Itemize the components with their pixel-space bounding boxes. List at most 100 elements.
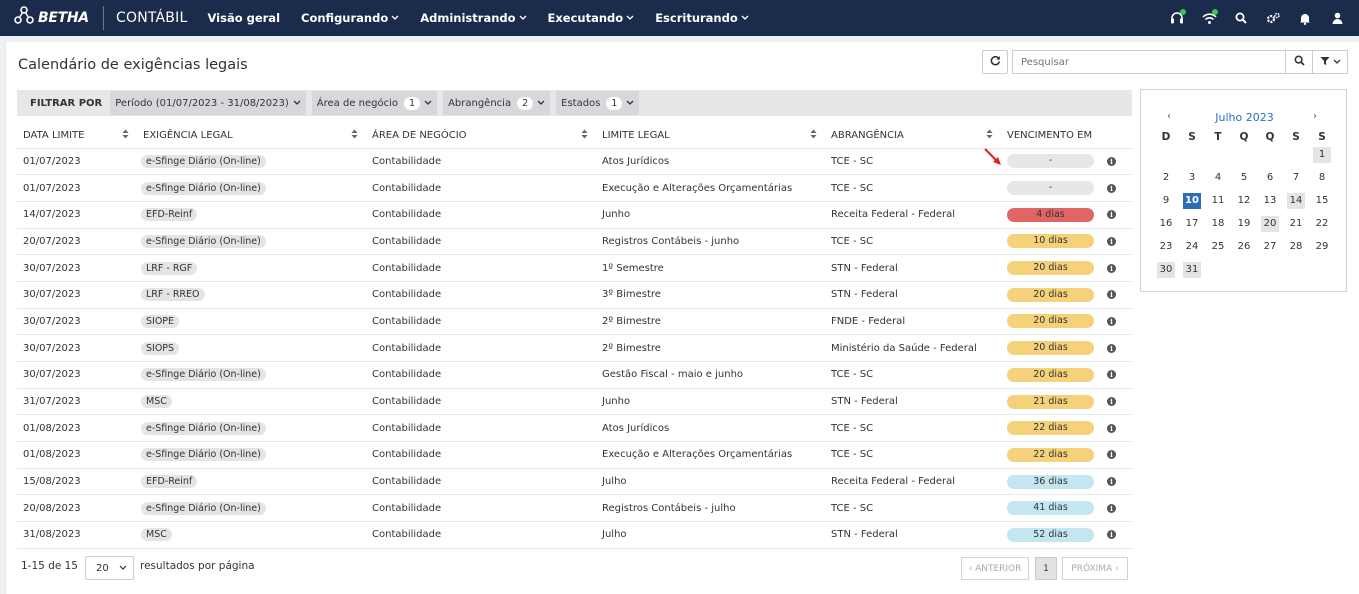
nav-item[interactable]: Visão geral: [207, 11, 280, 25]
column-header[interactable]: ÁREA DE NEGÓCIO: [366, 124, 596, 149]
calendar-day[interactable]: 21: [1287, 216, 1305, 232]
sort-icon[interactable]: [810, 129, 817, 140]
table-row[interactable]: 20/08/2023 e-Sfinge Diário (On-line) Conta…: [17, 494, 1132, 523]
sort-icon[interactable]: [581, 129, 588, 140]
table-row[interactable]: 15/08/2023 EFD-Reinf Contabilidade Julho Rec…: [17, 468, 1132, 496]
calendar-day[interactable]: 1: [1313, 147, 1331, 163]
table-row[interactable]: 20/07/2023 e-Sfinge Diário (On-line) Conta…: [17, 228, 1132, 256]
calendar-day[interactable]: 8: [1313, 170, 1331, 186]
info-icon[interactable]: i: [1107, 316, 1116, 326]
chevron-right-icon[interactable]: ›: [1313, 111, 1317, 122]
calendar-day[interactable]: 24: [1183, 239, 1201, 255]
table-row[interactable]: 30/07/2023 SIOPE Contabilidade 2º Bimestre F…: [17, 308, 1132, 336]
table-row[interactable]: 14/07/2023 EFD-Reinf Contabilidade Junho Rec…: [17, 201, 1132, 229]
info-icon[interactable]: i: [1107, 343, 1116, 353]
calendar-day[interactable]: 4: [1209, 170, 1227, 186]
column-header[interactable]: LIMITE LEGAL: [596, 124, 825, 149]
table-row[interactable]: 01/08/2023 e-Sfinge Diário (On-line) Conta…: [17, 414, 1132, 443]
filter-chip[interactable]: Estados 1: [556, 91, 640, 115]
calendar-day[interactable]: 25: [1209, 239, 1227, 255]
advanced-filter-button[interactable]: [1312, 50, 1348, 74]
sort-icon[interactable]: [986, 129, 993, 140]
info-icon[interactable]: i: [1107, 290, 1116, 300]
search-input[interactable]: [1012, 50, 1286, 74]
info-icon[interactable]: i: [1107, 370, 1116, 380]
search-button[interactable]: [1285, 50, 1313, 74]
table-row[interactable]: 30/07/2023 LRF - RGF Contabilidade 1º Semes…: [17, 254, 1132, 282]
calendar-day[interactable]: 27: [1261, 239, 1279, 255]
calendar-day[interactable]: 22: [1313, 216, 1331, 232]
next-page-button[interactable]: PRÓXIMA ›: [1062, 557, 1128, 580]
table-row[interactable]: 30/07/2023 e-Sfinge Diário (On-line) Conta…: [17, 361, 1132, 389]
wifi-icon[interactable]: [1193, 0, 1225, 36]
gears-icon[interactable]: [1257, 0, 1289, 36]
calendar-day[interactable]: 20: [1261, 216, 1279, 232]
cell-scope: STN - Federal: [825, 281, 1001, 309]
column-header[interactable]: VENCIMENTO EM: [1001, 124, 1101, 149]
table-row[interactable]: 30/07/2023 SIOPS Contabilidade 2º Bimestre M…: [17, 334, 1132, 362]
calendar-day[interactable]: 23: [1157, 239, 1175, 255]
info-icon[interactable]: i: [1107, 397, 1116, 407]
info-icon[interactable]: i: [1107, 210, 1116, 220]
sort-icon[interactable]: [351, 129, 358, 140]
nav-item[interactable]: Escriturando: [655, 11, 749, 25]
calendar-day[interactable]: 10: [1183, 193, 1201, 209]
calendar-day[interactable]: 31: [1183, 262, 1201, 278]
column-header[interactable]: DATA LIMITE: [17, 124, 137, 149]
calendar-day[interactable]: 15: [1313, 193, 1331, 209]
nav-item[interactable]: Executando: [548, 11, 635, 25]
nav-item[interactable]: Administrando: [420, 11, 526, 25]
calendar-day[interactable]: 16: [1157, 216, 1175, 232]
info-icon[interactable]: i: [1107, 450, 1116, 460]
info-icon[interactable]: i: [1107, 423, 1116, 433]
current-page-button[interactable]: 1: [1035, 557, 1057, 580]
requirement-tag: SIOPE: [141, 314, 180, 328]
nav-item[interactable]: Configurando: [301, 11, 399, 25]
bell-icon[interactable]: [1289, 0, 1321, 36]
table-row[interactable]: 30/07/2023 LRF - RREO Contabilidade 3º Bime…: [17, 281, 1132, 309]
calendar-day[interactable]: 19: [1235, 216, 1253, 232]
info-icon[interactable]: i: [1107, 530, 1116, 540]
calendar-day[interactable]: 2: [1157, 170, 1175, 186]
headset-icon[interactable]: [1161, 0, 1193, 36]
betha-logo[interactable]: BETHA: [0, 0, 103, 36]
calendar-day[interactable]: 18: [1209, 216, 1227, 232]
info-icon[interactable]: i: [1107, 263, 1116, 273]
column-header[interactable]: ABRANGÊNCIA: [825, 124, 1001, 149]
calendar-day[interactable]: 26: [1235, 239, 1253, 255]
product-name[interactable]: CONTÁBIL: [116, 10, 187, 26]
refresh-button[interactable]: [982, 50, 1008, 74]
search-icon[interactable]: [1225, 0, 1257, 36]
previous-page-button[interactable]: ‹ ANTERIOR: [961, 557, 1029, 580]
calendar-day[interactable]: 9: [1157, 193, 1175, 209]
filter-chip[interactable]: Período (01/07/2023 - 31/08/2023): [110, 91, 306, 115]
calendar-day[interactable]: 17: [1183, 216, 1201, 232]
info-icon[interactable]: i: [1107, 503, 1116, 513]
calendar-day[interactable]: 11: [1209, 193, 1227, 209]
filter-chip[interactable]: Abrangência 2: [443, 91, 551, 115]
calendar-day[interactable]: 30: [1157, 262, 1175, 278]
info-icon[interactable]: i: [1107, 156, 1116, 166]
calendar-day[interactable]: 3: [1183, 170, 1201, 186]
sort-icon[interactable]: [122, 129, 129, 140]
info-icon[interactable]: i: [1107, 477, 1116, 487]
per-page-select[interactable]: 20: [85, 556, 134, 580]
table-row[interactable]: 31/07/2023 MSC Contabilidade Junho STN - Fed…: [17, 388, 1132, 416]
table-row[interactable]: 31/08/2023 MSC Contabilidade Julho STN - Fed…: [17, 521, 1132, 549]
calendar-day[interactable]: 12: [1235, 193, 1253, 209]
table-row[interactable]: 01/07/2023 e-Sfinge Diário (On-line) Conta…: [17, 174, 1132, 202]
calendar-day[interactable]: 7: [1287, 170, 1305, 186]
info-icon[interactable]: i: [1107, 183, 1116, 193]
calendar-day[interactable]: 14: [1287, 193, 1305, 209]
column-header[interactable]: EXIGÊNCIA LEGAL: [137, 124, 366, 149]
table-row[interactable]: 01/08/2023 e-Sfinge Diário (On-line) Conta…: [17, 441, 1132, 469]
info-icon[interactable]: i: [1107, 236, 1116, 246]
calendar-day[interactable]: 28: [1287, 239, 1305, 255]
table-row[interactable]: 01/07/2023 e-Sfinge Diário (On-line) Conta…: [17, 148, 1132, 176]
calendar-day[interactable]: 5: [1235, 170, 1253, 186]
filter-chip[interactable]: Área de negócio 1: [311, 91, 438, 115]
calendar-day[interactable]: 13: [1261, 193, 1279, 209]
user-icon[interactable]: [1321, 0, 1353, 36]
calendar-day[interactable]: 29: [1313, 239, 1331, 255]
calendar-day[interactable]: 6: [1261, 170, 1279, 186]
